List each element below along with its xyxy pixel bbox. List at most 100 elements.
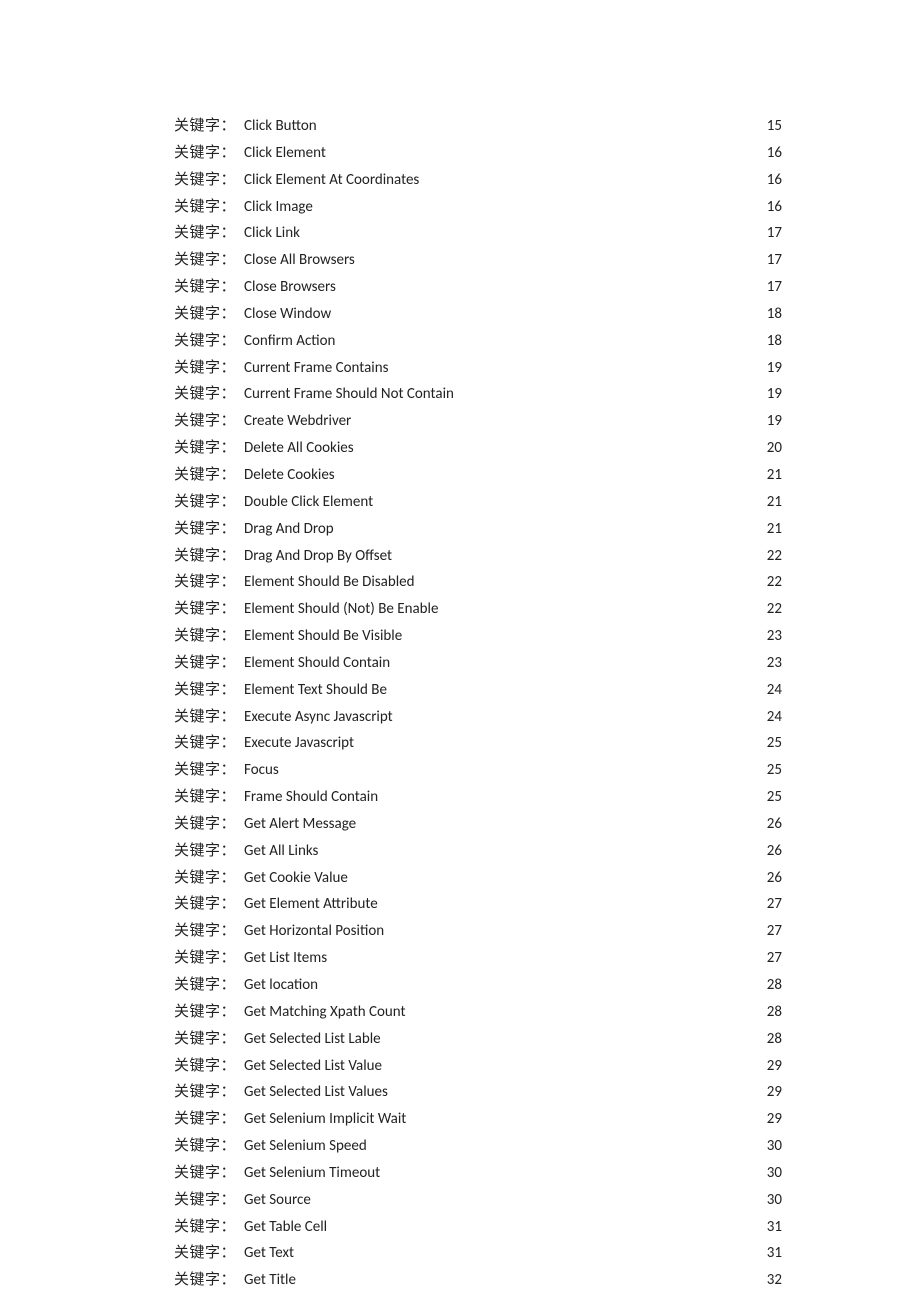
toc-entry[interactable]: 关键字：Get Horizontal Position27 [174, 918, 782, 945]
toc-entry[interactable]: 关键字： Element Should Be Disabled 22 [174, 569, 782, 596]
toc-leader-dots [333, 303, 765, 318]
toc-page-number: 22 [767, 569, 782, 596]
toc-entry[interactable]: 关键字：Get Matching Xpath Count28 [174, 999, 782, 1026]
toc-entry[interactable]: 关键字：Close Browsers17 [174, 274, 782, 301]
toc-page-number: 18 [767, 301, 782, 328]
toc-label: 关键字： [174, 1053, 236, 1080]
toc-leader-dots [386, 920, 765, 935]
toc-entry[interactable]: 关键字：Get Selected List Value29 [174, 1053, 782, 1080]
toc-label: 关键字： [174, 462, 236, 489]
toc-page-number: 27 [767, 918, 782, 945]
toc-label: 关键字： [174, 167, 236, 194]
toc-entry[interactable]: 关键字：Get Selenium Timeout30 [174, 1160, 782, 1187]
toc-entry[interactable]: 关键字：Get Element Attribute27 [174, 891, 782, 918]
toc-leader-dots [302, 222, 765, 237]
toc-entry[interactable]: 关键字：Element Should (Not) Be Enable22 [174, 596, 782, 623]
toc-page-number: 29 [767, 1079, 782, 1106]
toc-leader-dots [383, 1028, 765, 1043]
table-of-contents: 关键字：Click Button15关键字：Click Element16关键字… [174, 113, 782, 1294]
toc-title: Delete All Cookies [244, 435, 354, 462]
toc-leader-dots [356, 732, 765, 747]
toc-leader-dots [337, 330, 764, 345]
toc-entry[interactable]: 关键字：Click Button15 [174, 113, 782, 140]
toc-title: Execute Javascript [244, 730, 354, 757]
toc-title: Element Should Be Disabled [244, 569, 415, 596]
toc-entry[interactable]: 关键字：Get Alert Message26 [174, 811, 782, 838]
toc-page-number: 25 [767, 757, 782, 784]
toc-page-number: 19 [767, 381, 782, 408]
toc-entry[interactable]: 关键字：Click Image16 [174, 194, 782, 221]
toc-page-number: 17 [767, 220, 782, 247]
toc-entry[interactable]: 关键字：Get Title32 [174, 1267, 782, 1294]
toc-page-number: 32 [767, 1267, 782, 1294]
toc-label: 关键字： [174, 1267, 236, 1294]
toc-entry[interactable]: 关键字：Execute Async Javascript24 [174, 704, 782, 731]
toc-entry[interactable]: 关键字：Create Webdriver19 [174, 408, 782, 435]
toc-entry[interactable]: 关键字：Current Frame Contains19 [174, 355, 782, 382]
toc-title: Drag And Drop By Offset [244, 543, 392, 570]
toc-entry[interactable]: 关键字：Get Selected List Lable28 [174, 1026, 782, 1053]
toc-entry[interactable]: 关键字：Get All Links26 [174, 838, 782, 865]
toc-label: 关键字： [174, 865, 236, 892]
toc-label: 关键字： [174, 516, 236, 543]
toc-page-number: 15 [767, 113, 782, 140]
toc-entry[interactable]: 关键字：Confirm Action18 [174, 328, 782, 355]
toc-entry[interactable]: 关键字：Delete All Cookies20 [174, 435, 782, 462]
toc-entry[interactable]: 关键字：Click Element16 [174, 140, 782, 167]
toc-entry[interactable]: 关键字：Drag And Drop By Offset22 [174, 543, 782, 570]
toc-entry[interactable]: 关键字：Get List Items27 [174, 945, 782, 972]
toc-entry[interactable]: 关键字：Delete Cookies21 [174, 462, 782, 489]
toc-label: 关键字： [174, 596, 236, 623]
toc-page-number: 18 [767, 328, 782, 355]
toc-page-number: 28 [767, 972, 782, 999]
toc-label: 关键字： [174, 730, 236, 757]
toc-label: 关键字： [174, 569, 236, 596]
toc-label: 关键字： [174, 918, 236, 945]
toc-entry[interactable]: 关键字：Get Source30 [174, 1187, 782, 1214]
toc-entry[interactable]: 关键字：Click Element At Coordinates16 [174, 167, 782, 194]
toc-page-number: 28 [767, 999, 782, 1026]
toc-label: 关键字： [174, 1214, 236, 1241]
toc-leader-dots [337, 464, 765, 479]
toc-entry[interactable]: 关键字：Close All Browsers17 [174, 247, 782, 274]
toc-page-number: 26 [767, 811, 782, 838]
toc-title: Get All Links [244, 838, 318, 865]
toc-leader-dots [281, 759, 765, 774]
toc-title: Click Element [244, 140, 326, 167]
toc-entry[interactable]: 关键字：Current Frame Should Not Contain19 [174, 381, 782, 408]
toc-entry[interactable]: 关键字：Element Text Should Be24 [174, 677, 782, 704]
toc-entry[interactable]: 关键字：Get Text31 [174, 1240, 782, 1267]
toc-entry[interactable]: 关键字：Click Link17 [174, 220, 782, 247]
toc-label: 关键字： [174, 435, 236, 462]
toc-entry[interactable]: 关键字：Close Window18 [174, 301, 782, 328]
toc-title: Element Text Should Be [244, 677, 387, 704]
toc-entry[interactable]: 关键字： Get Table Cell 31 [174, 1214, 782, 1241]
toc-entry[interactable]: 关键字：Get Cookie Value26 [174, 865, 782, 892]
toc-entry[interactable]: 关键字：Frame Should Contain25 [174, 784, 782, 811]
toc-entry[interactable]: 关键字：Double Click Element21 [174, 489, 782, 516]
toc-entry[interactable]: 关键字：Get Selenium Implicit Wait29 [174, 1106, 782, 1133]
toc-title: Get Matching Xpath Count [244, 999, 406, 1026]
toc-leader-dots [456, 383, 765, 398]
toc-entry[interactable]: 关键字：Drag And Drop21 [174, 516, 782, 543]
toc-leader-dots [357, 249, 765, 264]
toc-entry[interactable]: 关键字：Get location28 [174, 972, 782, 999]
toc-title: Get Selenium Speed [244, 1133, 367, 1160]
toc-title: Click Link [244, 220, 300, 247]
toc-entry[interactable]: 关键字：Element Should Contain23 [174, 650, 782, 677]
toc-entry[interactable]: 关键字：Get Selenium Speed30 [174, 1133, 782, 1160]
toc-label: 关键字： [174, 1106, 236, 1133]
toc-title: Get Selected List Value [244, 1053, 382, 1080]
toc-entry[interactable]: 关键字：Get Selected List Values29 [174, 1079, 782, 1106]
toc-entry[interactable]: 关键字：Element Should Be Visible23 [174, 623, 782, 650]
toc-title: Get Source [244, 1187, 311, 1214]
toc-entry[interactable]: 关键字：Execute Javascript25 [174, 730, 782, 757]
toc-page-number: 31 [767, 1214, 782, 1241]
toc-page-number: 22 [767, 543, 782, 570]
toc-leader-dots [389, 679, 765, 694]
toc-title: Get Table Cell [244, 1214, 327, 1241]
toc-entry[interactable]: 关键字：Focus25 [174, 757, 782, 784]
toc-title: Focus [244, 757, 279, 784]
toc-title: Get Element Attribute [244, 891, 378, 918]
toc-title: Get List Items [244, 945, 327, 972]
